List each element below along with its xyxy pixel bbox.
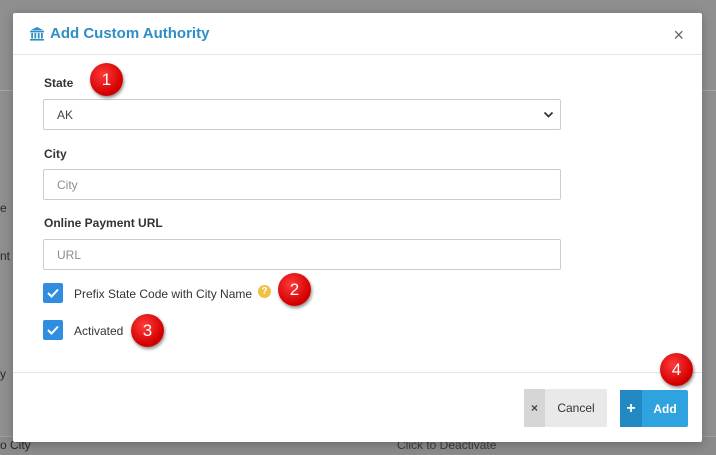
add-button-label: Add bbox=[653, 401, 677, 416]
cancel-button[interactable]: × Cancel bbox=[524, 389, 607, 427]
prefix-state-code-checkbox[interactable] bbox=[43, 283, 63, 303]
state-label: State bbox=[44, 76, 74, 90]
dialog-title: Add Custom Authority bbox=[50, 25, 210, 42]
cancel-button-label: Cancel bbox=[557, 401, 595, 415]
annotation-marker-1: 1 bbox=[90, 63, 123, 96]
close-button[interactable]: × bbox=[673, 26, 684, 44]
plus-icon: + bbox=[620, 390, 642, 427]
add-button[interactable]: + Add bbox=[620, 390, 688, 427]
city-label: City bbox=[44, 147, 67, 161]
dialog-header: Add Custom Authority × bbox=[13, 13, 702, 55]
city-input[interactable] bbox=[43, 169, 561, 200]
payment-url-label: Online Payment URL bbox=[44, 216, 163, 230]
payment-url-input[interactable] bbox=[43, 239, 561, 270]
close-icon: × bbox=[524, 389, 545, 427]
annotation-marker-4: 4 bbox=[660, 353, 693, 386]
checkmark-icon bbox=[47, 288, 59, 298]
background-text: y bbox=[0, 367, 6, 381]
footer-divider bbox=[13, 372, 702, 373]
prefix-state-code-label: Prefix State Code with City Name bbox=[74, 287, 253, 301]
activated-checkbox[interactable] bbox=[43, 320, 63, 340]
activated-label: Activated bbox=[74, 324, 124, 338]
state-select-value: AK bbox=[57, 107, 74, 122]
background-text: e bbox=[0, 201, 7, 215]
help-icon[interactable]: ? bbox=[258, 285, 271, 298]
bank-icon bbox=[29, 26, 45, 42]
annotation-marker-3: 3 bbox=[131, 314, 164, 347]
annotation-marker-2: 2 bbox=[278, 273, 311, 306]
state-select[interactable]: AK bbox=[43, 99, 561, 130]
checkmark-icon bbox=[47, 325, 59, 335]
chevron-down-icon bbox=[543, 111, 554, 118]
